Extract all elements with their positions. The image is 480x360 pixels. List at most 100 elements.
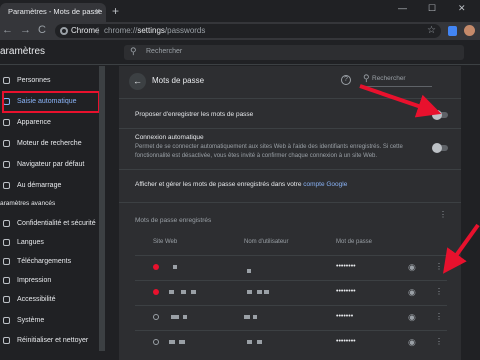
page-scrollbar[interactable] <box>473 66 480 360</box>
show-password-eye-icon[interactable]: ◉ <box>408 337 416 348</box>
sidebar-item-label: Accessibilité <box>17 296 56 303</box>
password-search-input[interactable]: Rechercher <box>372 75 406 82</box>
sidebar-item-moteur-de-recherche[interactable]: Moteur de recherche <box>0 135 98 153</box>
address-bar[interactable]: Chrome | chrome://settings/passwords ☆ <box>55 24 441 38</box>
sidebar-item-accessibilite[interactable]: Accessibilité <box>0 291 98 309</box>
new-tab-button[interactable]: + <box>112 4 119 18</box>
tab-settings-passwords[interactable]: Paramètres - Mots de passe × <box>0 3 106 22</box>
masked-password: •••••••• <box>336 338 356 345</box>
url-path: settings <box>137 26 165 35</box>
sidebar-item-label: Réinitialiser et nettoyer <box>17 337 89 344</box>
redacted-username <box>253 315 257 319</box>
row-more-icon[interactable]: ⋮ <box>435 287 443 296</box>
section-title: Mots de passe <box>152 76 205 85</box>
table-row: •••••••• ◉ ⋮ <box>119 255 461 280</box>
redacted-site <box>181 290 186 294</box>
reload-icon[interactable]: C <box>38 24 46 36</box>
column-header-site: Site Web <box>153 239 178 245</box>
column-header-username: Nom d'utilisateur <box>244 239 289 245</box>
back-arrow-icon[interactable]: ← <box>2 24 13 36</box>
palette-icon <box>3 119 10 126</box>
redacted-site <box>171 315 179 319</box>
chrome-icon <box>60 27 68 35</box>
show-password-eye-icon[interactable]: ◉ <box>408 312 416 323</box>
sidebar-item-confidentialite[interactable]: Confidentialité et sécurité <box>0 215 98 233</box>
wrench-icon <box>3 317 10 324</box>
sidebar-item-langues[interactable]: Langues <box>0 234 98 252</box>
row-more-icon[interactable]: ⋮ <box>435 262 443 271</box>
search-underline <box>362 86 432 87</box>
sidebar-item-personnes[interactable]: Personnes <box>0 72 98 90</box>
settings-header: aramètres ⚲ Rechercher <box>0 40 480 65</box>
search-engine-icon <box>3 140 10 147</box>
bookmark-star-icon[interactable]: ☆ <box>427 25 436 36</box>
sidebar-item-label: Système <box>17 317 45 324</box>
back-button[interactable]: ← <box>129 73 146 90</box>
help-icon[interactable]: ? <box>341 75 351 85</box>
passwords-card: ← Mots de passe ? ⚲ Rechercher Proposer … <box>119 66 461 360</box>
search-placeholder: Rechercher <box>146 48 183 55</box>
redacted-site <box>169 290 174 294</box>
advanced-section-header[interactable]: aramètres avancés <box>0 200 55 207</box>
sidebar-scrollbar[interactable] <box>99 66 105 351</box>
sidebar-item-label: Au démarrage <box>17 182 62 189</box>
close-window-icon[interactable]: ✕ <box>458 3 466 14</box>
globe-favicon-icon <box>153 314 159 320</box>
redacted-username <box>257 290 262 294</box>
offer-save-label: Proposer d'enregistrer les mots de passe <box>135 111 254 118</box>
minimize-icon[interactable]: — <box>398 3 407 13</box>
search-icon: ⚲ <box>363 73 370 83</box>
globe-favicon-icon <box>153 339 159 345</box>
page-title: aramètres <box>0 46 46 57</box>
sidebar-item-systeme[interactable]: Système <box>0 312 98 330</box>
redacted-username <box>247 340 252 344</box>
masked-password: •••••••• <box>336 288 356 295</box>
row-more-icon[interactable]: ⋮ <box>435 337 443 346</box>
row-more-icon[interactable]: ⋮ <box>435 312 443 321</box>
sidebar-item-label: Navigateur par défaut <box>17 161 85 168</box>
download-icon <box>3 258 10 265</box>
forward-arrow-icon[interactable]: → <box>20 24 31 36</box>
tab-strip: Paramètres - Mots de passe × + — ☐ ✕ <box>0 0 480 22</box>
sidebar-item-navigateur-par-defaut[interactable]: Navigateur par défaut <box>0 156 98 174</box>
url-separator: | <box>97 26 100 35</box>
divider <box>119 169 461 170</box>
close-tab-icon[interactable]: × <box>95 6 100 16</box>
table-row: ••••••• ◉ ⋮ <box>119 305 461 330</box>
url-text: chrome://settings/passwords <box>104 26 205 35</box>
row-separator <box>135 305 447 306</box>
profile-avatar[interactable] <box>464 25 475 36</box>
row-separator <box>135 255 447 256</box>
person-icon <box>3 77 10 84</box>
more-actions-icon[interactable]: ⋮ <box>439 210 447 219</box>
masked-password: •••••••• <box>336 263 356 270</box>
auto-signin-toggle[interactable] <box>432 143 448 153</box>
sidebar-item-label: Confidentialité et sécurité <box>17 220 96 227</box>
offer-save-toggle[interactable] <box>432 110 448 120</box>
reset-icon <box>3 337 10 344</box>
sidebar-item-impression[interactable]: Impression <box>0 272 98 290</box>
sidebar-item-reinitialiser[interactable]: Réinitialiser et nettoyer <box>0 332 98 350</box>
sidebar-item-au-demarrage[interactable]: Au démarrage <box>0 177 98 195</box>
extension-icon[interactable] <box>448 26 457 36</box>
sidebar-item-apparence[interactable]: Apparence <box>0 114 98 132</box>
toggle-knob <box>432 110 442 120</box>
printer-icon <box>3 277 10 284</box>
redacted-username <box>247 290 252 294</box>
google-account-link[interactable]: compte Google <box>303 181 347 188</box>
auto-signin-description: Permet de se connecter automatiquement a… <box>135 144 403 159</box>
show-password-eye-icon[interactable]: ◉ <box>408 287 416 298</box>
sidebar-item-telechargements[interactable]: Téléchargements <box>0 253 98 271</box>
url-prefix: chrome:// <box>104 26 138 35</box>
row-separator <box>135 280 447 281</box>
redacted-username <box>257 340 262 344</box>
manage-passwords-text: Afficher et gérer les mots de passe enre… <box>135 181 347 188</box>
sidebar-item-label: Téléchargements <box>17 258 72 265</box>
show-password-eye-icon[interactable]: ◉ <box>408 262 416 273</box>
maximize-icon[interactable]: ☐ <box>428 3 436 14</box>
row-separator <box>135 330 447 331</box>
masked-password: ••••••• <box>336 313 354 320</box>
sidebar-item-label: Apparence <box>17 119 51 126</box>
site-chip: Chrome <box>71 26 100 35</box>
settings-search-input[interactable]: ⚲ Rechercher <box>124 45 464 60</box>
